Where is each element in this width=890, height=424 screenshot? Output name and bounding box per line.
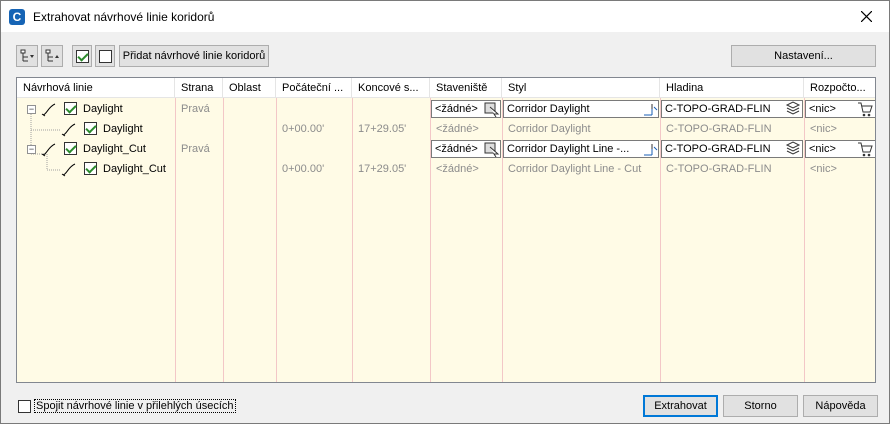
col-header-name[interactable]: Návrhová linie — [17, 78, 175, 98]
col-header-layer[interactable]: Hladina — [660, 78, 804, 98]
extract-button[interactable]: Extrahovat — [643, 395, 718, 417]
layer-value: C-TOPO-GRAD-FLIN — [666, 123, 772, 135]
settings-button[interactable]: Nastavení... — [731, 45, 876, 67]
collapse-tree-icon — [45, 49, 59, 62]
cancel-button[interactable]: Storno — [723, 395, 798, 417]
budget-value: <nic> — [809, 103, 836, 115]
style-value: Corridor Daylight Line -... — [507, 143, 630, 155]
layer-picker-icon[interactable] — [785, 141, 801, 157]
deselect-all-button[interactable] — [95, 45, 115, 67]
style-edit-icon[interactable] — [642, 141, 658, 157]
start-station-value: 0+00.00' — [282, 123, 325, 135]
title-bar: C Extrahovat návrhové linie koridorů — [1, 1, 889, 32]
col-header-start[interactable]: Počáteční ... — [276, 78, 352, 98]
cart-icon[interactable] — [857, 101, 873, 117]
window-title: Extrahovat návrhové linie koridorů — [33, 9, 215, 24]
cart-icon[interactable] — [857, 141, 873, 157]
cancel-label: Storno — [744, 400, 777, 412]
empty-box-icon — [98, 49, 112, 63]
feature-lines-grid[interactable]: Návrhová linie Strana Oblast Počáteční .… — [16, 77, 876, 383]
row-checkbox[interactable] — [64, 102, 77, 115]
budget-value: <nic> — [810, 163, 837, 175]
join-lines-label: Spojit návrhové linie v přilehlých úsecí… — [34, 399, 236, 413]
feature-line-icon — [61, 123, 76, 137]
style-dropdown[interactable]: Corridor Daylight — [503, 100, 659, 118]
site-picker-icon[interactable] — [484, 141, 500, 157]
style-value: Corridor Daylight — [507, 103, 590, 115]
expand-tree-icon — [20, 49, 34, 62]
style-value: Corridor Daylight Line - Cut — [508, 163, 642, 175]
layer-value: C-TOPO-GRAD-FLIN — [666, 163, 772, 175]
extract-dialog: C Extrahovat návrhové linie koridorů Při… — [0, 0, 890, 424]
feature-line-icon — [41, 103, 56, 117]
end-station-value: 17+29.05' — [358, 123, 407, 135]
layer-value: C-TOPO-GRAD-FLIN — [665, 103, 771, 115]
collapse-toggle[interactable]: − — [27, 105, 36, 114]
close-button[interactable] — [843, 1, 889, 32]
col-header-budget[interactable]: Rozpočto... — [804, 78, 875, 98]
layer-picker-icon[interactable] — [785, 101, 801, 117]
col-header-style[interactable]: Styl — [502, 78, 660, 98]
budget-value: <nic> — [810, 123, 837, 135]
close-icon — [860, 11, 872, 22]
col-header-side[interactable]: Strana — [175, 78, 223, 98]
grid-header: Návrhová linie Strana Oblast Počáteční .… — [17, 78, 875, 98]
site-picker-icon[interactable] — [484, 101, 500, 117]
extract-label: Extrahovat — [654, 400, 707, 412]
settings-label: Nastavení... — [774, 50, 833, 62]
layer-dropdown[interactable]: C-TOPO-GRAD-FLIN — [661, 140, 803, 158]
col-header-site[interactable]: Staveniště — [430, 78, 502, 98]
feature-line-icon — [61, 163, 76, 177]
style-edit-icon[interactable] — [642, 101, 658, 117]
end-station-value: 17+29.05' — [358, 163, 407, 175]
select-all-button[interactable] — [72, 45, 92, 67]
join-lines-option[interactable]: Spojit návrhové linie v přilehlých úsecí… — [18, 399, 236, 413]
table-row[interactable]: − Daylight_Cut Pravá <žádné> Corridor Da… — [17, 139, 875, 159]
feature-line-name: Daylight_Cut — [103, 163, 166, 175]
expand-all-button[interactable] — [16, 45, 38, 67]
site-value: <žádné> — [436, 123, 479, 135]
start-station-value: 0+00.00' — [282, 163, 325, 175]
site-value: <žádné> — [435, 103, 478, 115]
join-lines-checkbox[interactable] — [18, 399, 31, 413]
style-dropdown[interactable]: Corridor Daylight Line -... — [503, 140, 659, 158]
style-value: Corridor Daylight — [508, 123, 591, 135]
feature-line-icon — [41, 143, 56, 157]
layer-value: C-TOPO-GRAD-FLIN — [665, 143, 771, 155]
add-feature-lines-button[interactable]: Přidat návrhové linie koridorů — [119, 45, 269, 67]
side-value: Pravá — [181, 143, 210, 155]
budget-value: <nic> — [809, 143, 836, 155]
help-label: Nápověda — [815, 400, 866, 412]
row-checkbox[interactable] — [84, 122, 97, 135]
row-checkbox[interactable] — [84, 162, 97, 175]
feature-line-name: Daylight — [103, 123, 143, 135]
civil3d-app-icon: C — [9, 8, 25, 25]
help-button[interactable]: Nápověda — [803, 395, 878, 417]
table-row[interactable]: Daylight_Cut 0+00.00' 17+29.05' <žádné> … — [17, 159, 875, 179]
col-header-region[interactable]: Oblast — [223, 78, 276, 98]
side-value: Pravá — [181, 103, 210, 115]
site-value: <žádné> — [435, 143, 478, 155]
row-checkbox[interactable] — [64, 142, 77, 155]
checked-box-icon — [75, 49, 89, 63]
layer-dropdown[interactable]: C-TOPO-GRAD-FLIN — [661, 100, 803, 118]
collapse-toggle[interactable]: − — [27, 145, 36, 154]
collapse-all-button[interactable] — [41, 45, 63, 67]
feature-line-name: Daylight_Cut — [83, 143, 146, 155]
col-header-end[interactable]: Koncové s... — [352, 78, 430, 98]
table-row[interactable]: Daylight 0+00.00' 17+29.05' <žádné> Corr… — [17, 119, 875, 139]
add-feature-lines-label: Přidat návrhové linie koridorů — [122, 50, 266, 62]
site-value: <žádné> — [436, 163, 479, 175]
table-row[interactable]: − Daylight Pravá <žádné> Corridor Daylig… — [17, 99, 875, 119]
feature-line-name: Daylight — [83, 103, 123, 115]
